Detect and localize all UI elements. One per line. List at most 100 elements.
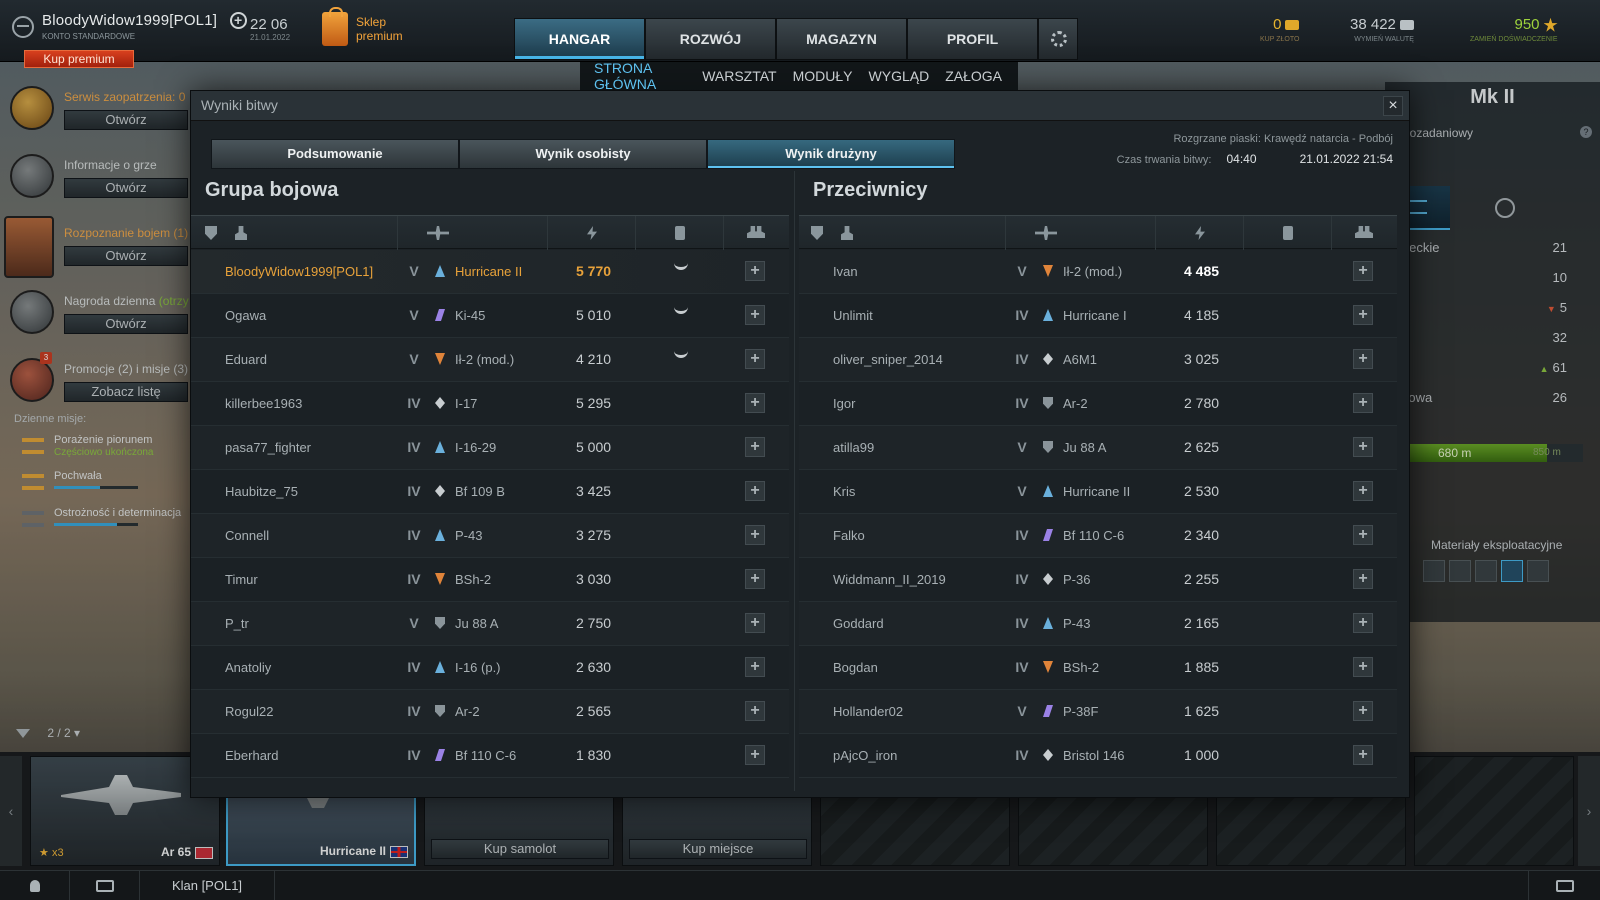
table-row[interactable]: Haubitze_75 IV Bf 109 B 3 425 + [191,470,789,514]
nav-tab-profile[interactable]: PROFIL [907,18,1038,60]
player-name[interactable]: Ivan [833,264,858,279]
add-friend-button[interactable]: + [745,569,765,589]
add-friend-button[interactable]: + [1353,349,1373,369]
gold-currency[interactable]: 0 KUP ZŁOTO [1260,16,1300,43]
tab-personal[interactable]: Wynik osobisty [459,139,707,169]
table-row[interactable]: Eberhard IV Bf 110 C-6 1 830 + [191,734,789,778]
player-name[interactable]: Kris [833,484,855,499]
add-friend-button[interactable]: + [745,481,765,501]
add-friend-button[interactable]: + [745,437,765,457]
premium-shop-button[interactable]: Sklep premium [322,7,416,46]
lightning-icon[interactable] [1195,226,1205,240]
lightning-icon[interactable] [587,226,597,240]
nav-tab-hangar[interactable]: HANGAR [514,18,645,60]
table-row[interactable]: P_tr V Ju 88 A 2 750 + [191,602,789,646]
contacts-button[interactable] [0,871,70,900]
player-icon[interactable] [235,226,247,240]
user-block[interactable]: BloodyWidow1999[POL1] + KONTO STANDARDOW… [12,12,247,41]
nav-tab-research[interactable]: ROZWÓJ [645,18,776,60]
player-name[interactable]: pAjcO_iron [833,748,897,763]
add-friend-button[interactable]: + [1353,393,1373,413]
achievement-icon[interactable] [674,350,688,358]
add-friend-button[interactable]: + [1353,261,1373,281]
table-row[interactable]: Widdmann_II_2019 IV P-36 2 255 + [799,558,1397,602]
add-friend-button[interactable]: + [1353,745,1373,765]
subnav-modules[interactable]: MODUŁY [793,68,853,84]
table-row[interactable]: Falko IV Bf 110 C-6 2 340 + [799,514,1397,558]
player-name[interactable]: BloodyWidow1999[POL1] [225,264,373,279]
add-friend-button[interactable]: + [745,349,765,369]
player-name[interactable]: Anatoliy [225,660,271,675]
add-friend-button[interactable]: + [745,305,765,325]
add-friend-button[interactable]: + [745,657,765,677]
table-row[interactable]: pasa77_fighter IV I-16-29 5 000 + [191,426,789,470]
table-row[interactable]: killerbee1963 IV I-17 5 295 + [191,382,789,426]
subnav-crew[interactable]: ZAŁOGA [945,68,1002,84]
add-friend-button[interactable]: + [745,745,765,765]
player-name[interactable]: pasa77_fighter [225,440,311,455]
player-name[interactable]: Haubitze_75 [225,484,298,499]
add-friend-button[interactable]: + [745,261,765,281]
table-row[interactable]: Bogdan IV BSh-2 1 885 + [799,646,1397,690]
add-friend-button[interactable]: + [745,701,765,721]
achievement-icon[interactable] [674,262,688,270]
add-friend-button[interactable]: + [1353,701,1373,721]
player-icon[interactable] [841,226,853,240]
subnav-main[interactable]: STRONA GŁÓWNA [594,60,686,92]
achievement-icon[interactable] [674,306,688,314]
table-row[interactable]: Igor IV Ar-2 2 780 + [799,382,1397,426]
add-friend-button[interactable]: + [1353,481,1373,501]
add-friend-button[interactable]: + [1353,569,1373,589]
table-row[interactable]: Hollander02 V P-38F 1 625 + [799,690,1397,734]
table-row[interactable]: Connell IV P-43 3 275 + [191,514,789,558]
free-exp-currency[interactable]: 950 ZAMIEŃ DOŚWIADCZENIE [1470,16,1558,43]
table-row[interactable]: Eduard V Ił-2 (mod.) 4 210 + [191,338,789,382]
buy-premium-button[interactable]: Kup premium [24,50,134,68]
plane-icon[interactable] [1035,226,1057,240]
add-friend-button[interactable]: + [745,525,765,545]
table-row[interactable]: Anatoliy IV I-16 (p.) 2 630 + [191,646,789,690]
player-name[interactable]: Connell [225,528,269,543]
plane-icon[interactable] [427,226,449,240]
add-friend-icon[interactable]: + [229,12,247,30]
settings-button[interactable] [1038,18,1078,60]
table-row[interactable]: Rogul22 IV Ar-2 2 565 + [191,690,789,734]
player-name[interactable]: Hollander02 [833,704,903,719]
player-name[interactable]: Widdmann_II_2019 [833,572,946,587]
medal-icon[interactable] [1283,226,1293,240]
platoon-icon[interactable] [1355,226,1373,238]
table-row[interactable]: Ivan V Ił-2 (mod.) 4 485 + [799,250,1397,294]
username[interactable]: BloodyWidow1999[POL1] [42,12,217,29]
player-name[interactable]: Igor [833,396,855,411]
player-name[interactable]: oliver_sniper_2014 [833,352,943,367]
notifications-button[interactable] [1528,871,1600,900]
platoon-icon[interactable] [747,226,765,238]
chat-button[interactable] [70,871,140,900]
table-row[interactable]: Ogawa V Ki-45 5 010 + [191,294,789,338]
clan-button[interactable]: Klan [POL1] [140,871,275,900]
player-name[interactable]: P_tr [225,616,249,631]
close-button[interactable]: × [1383,96,1403,116]
silver-currency[interactable]: 38 422 WYMIEŃ WALUTĘ [1350,16,1414,43]
table-row[interactable]: oliver_sniper_2014 IV A6M1 3 025 + [799,338,1397,382]
add-friend-button[interactable]: + [1353,613,1373,633]
table-row[interactable]: Timur IV BSh-2 3 030 + [191,558,789,602]
tab-summary[interactable]: Podsumowanie [211,139,459,169]
subnav-appearance[interactable]: WYGLĄD [869,68,930,84]
table-row[interactable]: pAjcO_iron IV Bristol 146 1 000 + [799,734,1397,778]
player-name[interactable]: Bogdan [833,660,878,675]
table-row[interactable]: Goddard IV P-43 2 165 + [799,602,1397,646]
add-friend-button[interactable]: + [1353,305,1373,325]
add-friend-button[interactable]: + [1353,437,1373,457]
tab-team[interactable]: Wynik drużyny [707,139,955,169]
add-friend-button[interactable]: + [745,393,765,413]
player-name[interactable]: Goddard [833,616,884,631]
player-name[interactable]: atilla99 [833,440,874,455]
nav-tab-storage[interactable]: MAGAZYN [776,18,907,60]
player-name[interactable]: Timur [225,572,258,587]
player-name[interactable]: Eduard [225,352,267,367]
player-name[interactable]: Ogawa [225,308,266,323]
add-friend-button[interactable]: + [745,613,765,633]
add-friend-button[interactable]: + [1353,525,1373,545]
player-name[interactable]: Eberhard [225,748,278,763]
